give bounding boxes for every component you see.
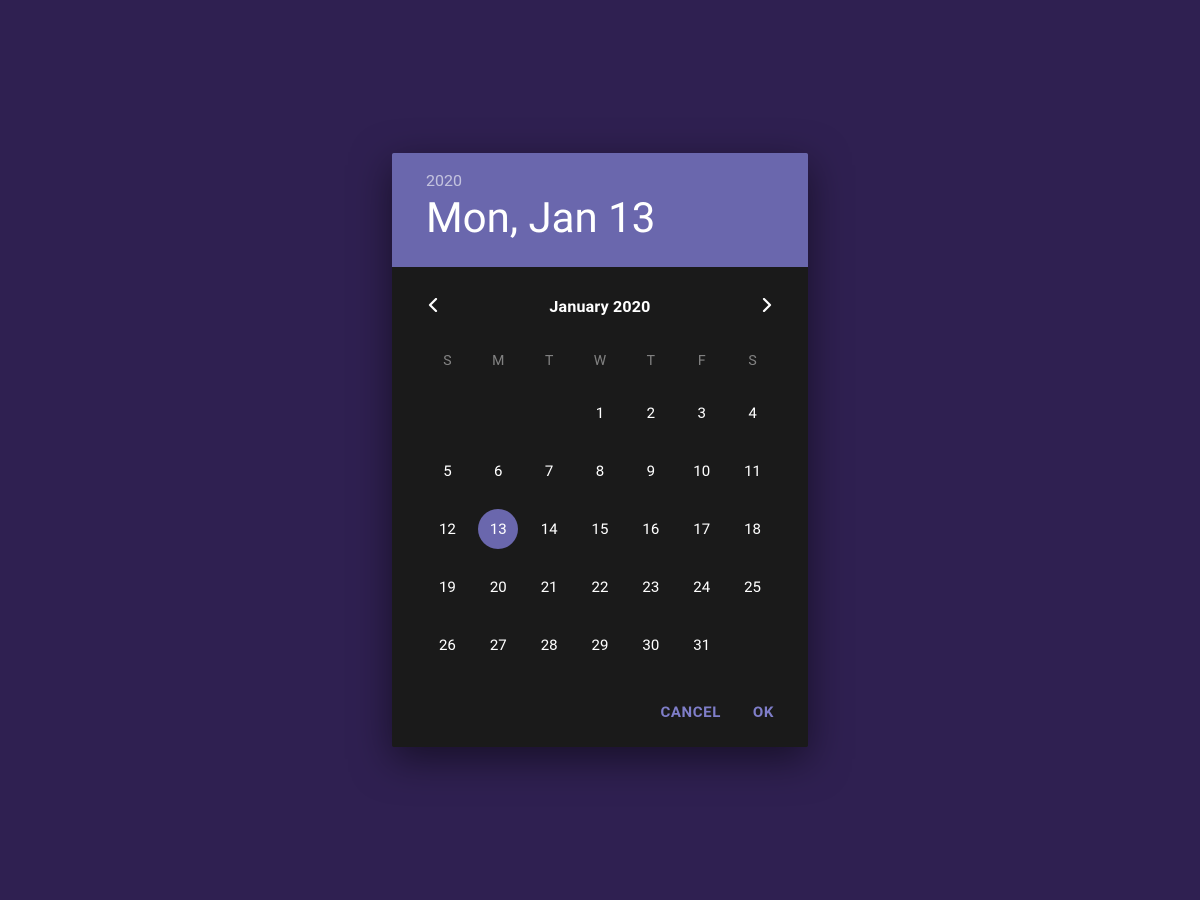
day-number: 8 [580,451,620,491]
day-number: 15 [580,509,620,549]
day-number: 20 [478,567,518,607]
day-number: 25 [733,567,773,607]
dialog-actions: CANCEL OK [392,681,808,747]
cancel-button[interactable]: CANCEL [660,703,720,721]
chevron-right-icon [762,297,772,316]
day-number: 29 [580,625,620,665]
day-cell[interactable]: 24 [676,561,727,613]
day-cell[interactable]: 20 [473,561,524,613]
calendar-grid: SMTWTFS...123456789101112131415161718192… [422,341,778,671]
day-number: 18 [733,509,773,549]
day-cell[interactable]: 13 [473,503,524,555]
day-cell[interactable]: 10 [676,445,727,497]
next-month-button[interactable] [756,296,778,318]
chevron-left-icon [428,297,438,316]
date-picker-dialog: 2020 Mon, Jan 13 January 2020 SMTWTFS...… [392,153,808,747]
weekday-cell: S [727,341,778,381]
day-cell[interactable]: 21 [524,561,575,613]
day-number: 13 [478,509,518,549]
day-number: 12 [427,509,467,549]
day-number: 11 [733,451,773,491]
day-cell[interactable]: 27 [473,619,524,671]
day-number: 16 [631,509,671,549]
day-cell[interactable]: 1 [575,387,626,439]
day-cell[interactable]: 9 [625,445,676,497]
day-cell[interactable]: 4 [727,387,778,439]
ok-button[interactable]: OK [753,703,774,721]
weekday-cell: W [575,341,626,381]
date-picker-body: January 2020 SMTWTFS...12345678910111213… [392,267,808,681]
day-number: 4 [733,393,773,433]
day-cell[interactable]: 22 [575,561,626,613]
weekday-cell: S [422,341,473,381]
day-number: 6 [478,451,518,491]
day-cell[interactable]: 17 [676,503,727,555]
day-number: 19 [427,567,467,607]
day-number: 7 [529,451,569,491]
day-number: 5 [427,451,467,491]
day-cell[interactable]: 30 [625,619,676,671]
weekday-cell: T [524,341,575,381]
prev-month-button[interactable] [422,296,444,318]
weekday-cell: T [625,341,676,381]
day-number: 2 [631,393,671,433]
weekday-cell: M [473,341,524,381]
day-cell[interactable]: 16 [625,503,676,555]
day-number: 23 [631,567,671,607]
day-number: 17 [682,509,722,549]
day-number: 30 [631,625,671,665]
month-label: January 2020 [549,297,650,316]
day-number: 27 [478,625,518,665]
day-cell[interactable]: 15 [575,503,626,555]
day-cell[interactable]: 14 [524,503,575,555]
day-number: 31 [682,625,722,665]
day-cell-empty: . [524,387,575,439]
day-cell[interactable]: 26 [422,619,473,671]
day-cell[interactable]: 31 [676,619,727,671]
day-number: 28 [529,625,569,665]
header-year-button[interactable]: 2020 [426,171,774,190]
day-cell[interactable]: 29 [575,619,626,671]
day-cell[interactable]: 6 [473,445,524,497]
day-cell[interactable]: 12 [422,503,473,555]
day-cell[interactable]: 25 [727,561,778,613]
day-number: 26 [427,625,467,665]
day-number: 24 [682,567,722,607]
day-cell[interactable]: 11 [727,445,778,497]
day-number: 1 [580,393,620,433]
day-cell-empty: . [422,387,473,439]
day-cell[interactable]: 3 [676,387,727,439]
day-number: 21 [529,567,569,607]
header-date-button[interactable]: Mon, Jan 13 [426,194,774,244]
day-cell[interactable]: 28 [524,619,575,671]
day-number: 3 [682,393,722,433]
day-cell[interactable]: 18 [727,503,778,555]
day-number: 10 [682,451,722,491]
day-cell[interactable]: 5 [422,445,473,497]
day-number: 9 [631,451,671,491]
day-cell[interactable]: 2 [625,387,676,439]
weekday-cell: F [676,341,727,381]
date-picker-header: 2020 Mon, Jan 13 [392,153,808,267]
month-nav: January 2020 [422,283,778,331]
day-number: 22 [580,567,620,607]
day-cell-empty: . [473,387,524,439]
day-cell[interactable]: 23 [625,561,676,613]
day-number: 14 [529,509,569,549]
day-cell[interactable]: 19 [422,561,473,613]
day-cell[interactable]: 7 [524,445,575,497]
day-cell[interactable]: 8 [575,445,626,497]
